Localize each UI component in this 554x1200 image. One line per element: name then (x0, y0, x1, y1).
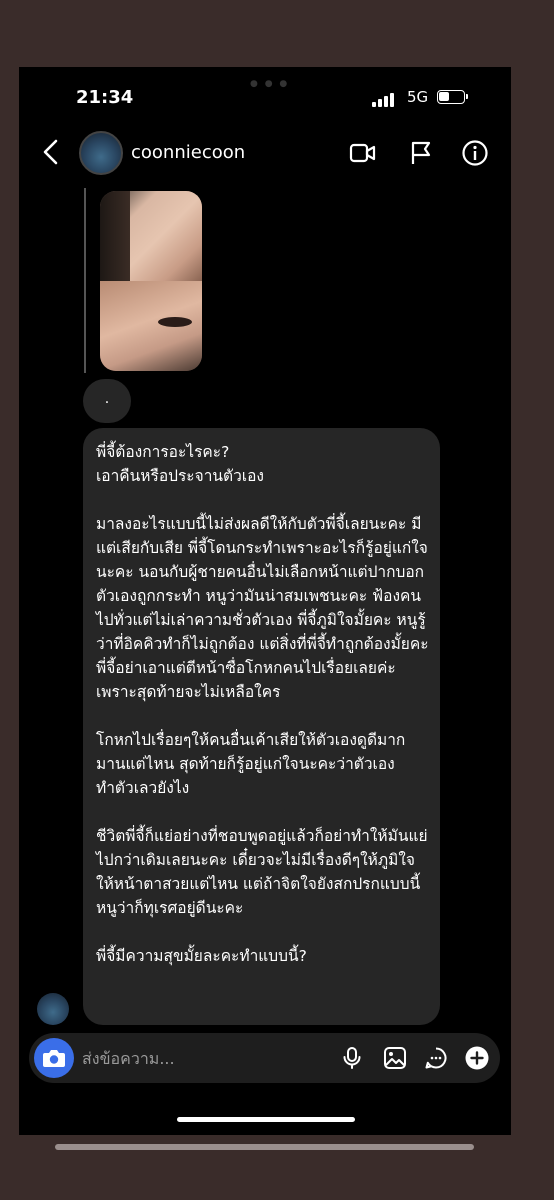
network-type: 5G (407, 88, 429, 106)
message-paragraph: มาลงอะไรแบบนี้ไม่ส่งผลดีให้กับตัวพี่จี้เ… (96, 515, 429, 701)
shared-photo[interactable] (100, 191, 202, 371)
microphone-icon[interactable] (340, 1046, 364, 1070)
message-paragraph: พี่จี้ต้องการอะไรคะ? เอาคืนหรือประจานตัว… (96, 443, 264, 485)
message-input[interactable]: ส่งข้อความ... (82, 1047, 175, 1072)
message-paragraph: โกหกไปเรื่อยๆให้คนอื่นเค้าเสียให้ตัวเองด… (96, 731, 406, 797)
chevron-left-icon[interactable] (39, 137, 63, 167)
reply-indicator-bar (84, 188, 86, 373)
message-paragraph: พี่จี้มีความสุขมั้ยละคะทำแบบนี้? (96, 947, 307, 965)
camera-button[interactable] (34, 1038, 74, 1078)
contact-username[interactable]: coonniecoon (131, 142, 245, 163)
cellular-signal-icon (372, 93, 398, 107)
home-indicator[interactable] (177, 1117, 355, 1122)
outer-home-indicator (55, 1144, 474, 1150)
contact-avatar[interactable] (79, 131, 123, 175)
message-composer: ส่งข้อความ... (29, 1033, 500, 1083)
camera-icon (43, 1050, 65, 1067)
long-message-bubble[interactable]: พี่จี้ต้องการอะไรคะ? เอาคืนหรือประจานตัว… (83, 428, 440, 1025)
chat-sticker-icon[interactable] (424, 1046, 448, 1070)
battery-icon (437, 90, 468, 104)
sender-avatar[interactable] (37, 993, 69, 1025)
dot-message-bubble[interactable]: . (83, 379, 131, 423)
flag-icon[interactable] (407, 139, 435, 167)
message-paragraph: ชีวิตพี่จี้ก็แย่อย่างที่ชอบพูดอยู่แล้วก็… (96, 827, 428, 917)
chat-header: coonniecoon (19, 125, 511, 185)
plus-circle-icon[interactable] (465, 1046, 489, 1070)
image-icon[interactable] (383, 1046, 407, 1070)
video-camera-icon[interactable] (349, 139, 377, 167)
dot-message-text: . (104, 391, 110, 407)
status-bar: 21:34 5G (19, 85, 511, 111)
status-time: 21:34 (76, 87, 134, 108)
info-icon[interactable] (461, 139, 489, 167)
phone-screen: ● ● ● 21:34 5G coonniecoon . พี่จี้ต้องก… (19, 67, 511, 1135)
